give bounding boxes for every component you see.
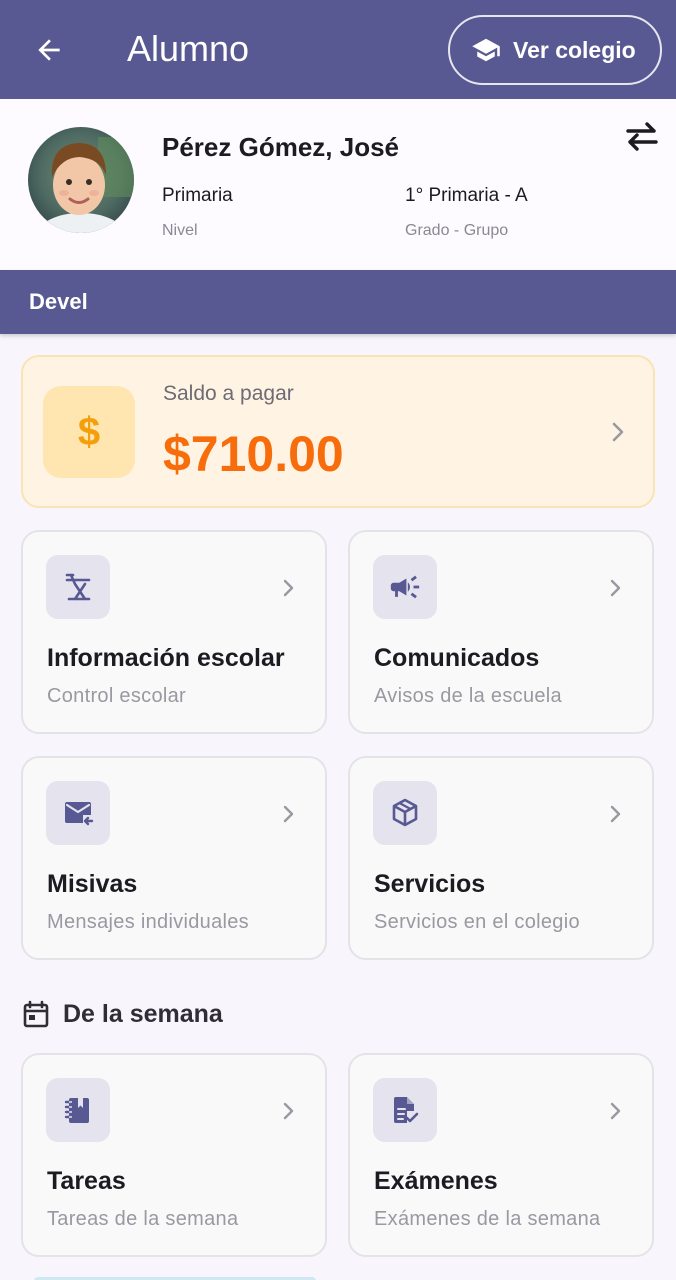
exam-doc-icon [373,1078,437,1142]
package-icon [373,781,437,845]
tile-subtitle: Control escolar [47,685,187,707]
tile-subtitle: Tareas de la semana [47,1208,239,1230]
view-school-button[interactable]: Ver colegio [448,15,662,85]
chevron-right-icon [610,1102,621,1120]
app-bar: Alumno Ver colegio [0,0,676,99]
week-section-heading: De la semana [23,998,223,1030]
chevron-right-icon [283,579,294,597]
graduation-cap-icon [472,38,500,62]
megaphone-icon [373,555,437,619]
section-banner: Devel [0,270,676,334]
school-info-icon [46,555,110,619]
tile-title: Servicios [374,870,486,898]
tile-title: Información escolar [47,644,285,672]
chevron-right-icon [283,805,294,823]
page-title: Alumno [127,28,250,69]
tile-title: Exámenes [374,1167,498,1195]
tile-subtitle: Servicios en el colegio [374,911,580,933]
student-header: Pérez Gómez, José Primaria Nivel 1° Prim… [0,99,676,270]
student-photo [28,127,134,233]
level-label: Nivel [162,222,198,239]
chevron-right-icon [610,579,621,597]
back-button[interactable] [26,27,72,73]
swap-arrows-icon [626,122,658,151]
chevron-right-icon [612,422,624,442]
tile-school-info[interactable]: Información escolar Control escolar [21,530,327,734]
mail-icon [46,781,110,845]
balance-card[interactable]: $ Saldo a pagar $710.00 [21,355,655,508]
tile-exams[interactable]: Exámenes Exámenes de la semana [348,1053,654,1257]
balance-label: Saldo a pagar [163,382,294,405]
notebook-icon [46,1078,110,1142]
tile-services[interactable]: Servicios Servicios en el colegio [348,756,654,960]
view-school-label: Ver colegio [513,36,636,63]
switch-student-button[interactable] [622,119,662,153]
banner-text: Devel [29,289,88,314]
level-value: Primaria [162,185,233,206]
grade-value: 1° Primaria - A [405,185,528,206]
student-name: Pérez Gómez, José [162,132,399,162]
chevron-right-icon [283,1102,294,1120]
grade-label: Grado - Grupo [405,222,509,239]
tile-subtitle: Avisos de la escuela [374,685,562,707]
chevron-right-icon [610,805,621,823]
dollar-icon: $ [43,386,135,478]
tile-subtitle: Exámenes de la semana [374,1208,601,1230]
tile-title: Misivas [47,870,138,898]
tile-title: Tareas [47,1167,126,1195]
tile-homework[interactable]: Tareas Tareas de la semana [21,1053,327,1257]
tile-announcements[interactable]: Comunicados Avisos de la escuela [348,530,654,734]
avatar[interactable] [28,127,134,233]
tile-title: Comunicados [374,644,540,672]
tile-messages[interactable]: Misivas Mensajes individuales [21,756,327,960]
tile-subtitle: Mensajes individuales [47,911,249,933]
week-heading-text: De la semana [63,999,223,1028]
balance-amount: $710.00 [163,426,344,482]
calendar-icon [23,1000,49,1028]
arrow-back-icon [38,39,60,61]
